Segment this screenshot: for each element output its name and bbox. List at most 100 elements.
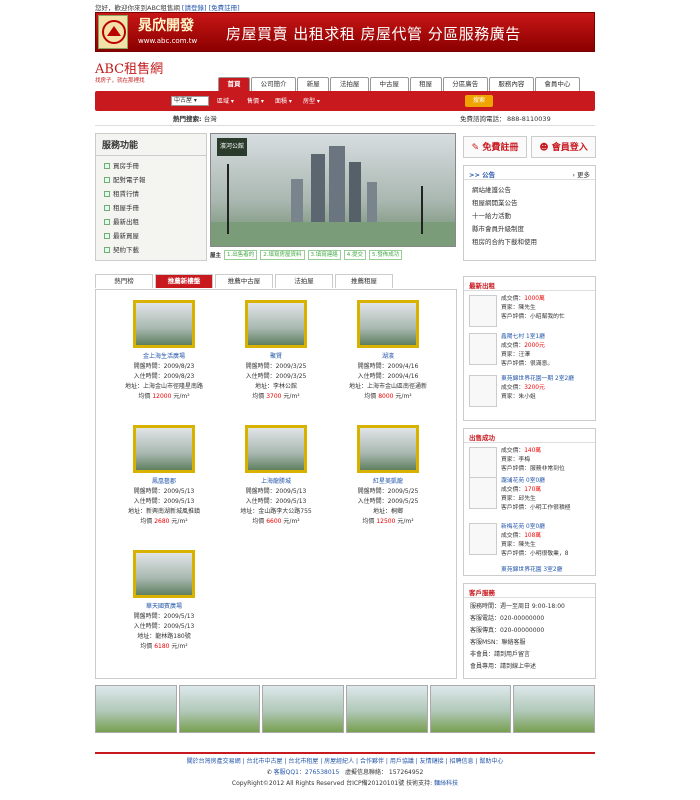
service-item[interactable]: 契約下載 xyxy=(96,243,206,257)
notice-panel: >> 公告 › 更多 網站維護公告 租屋網開業公告 十一給力活動 縣市會員升級制… xyxy=(463,165,596,261)
nav-tab-home[interactable]: 首頁 xyxy=(218,77,251,91)
service-item[interactable]: 最新出租 xyxy=(96,215,206,229)
notice-item[interactable]: 十一給力活動 xyxy=(464,210,595,223)
deal-item[interactable]: 成交價：140萬 買家：李梅 客戶評價：服務非常到位 xyxy=(469,447,592,479)
deal-item[interactable]: 東苑錦世界花園一期 2室2廳 成交價：3200元 買家：朱小姐 xyxy=(469,375,592,407)
qq-link[interactable]: 客服QQ1：276538015 xyxy=(274,769,340,776)
listing-name[interactable]: 上海龍勝城 xyxy=(226,477,326,487)
listing-name[interactable]: 鳳凰藝郡 xyxy=(114,477,214,487)
nav-tab-used[interactable]: 中古屋 xyxy=(369,77,409,91)
listing-addr: 地址：新興南湖新城風推鎮 xyxy=(127,508,200,515)
listing-card[interactable]: 金上海生活廣場 開盤時間：2009/8/23 入住時間：2009/8/23 地址… xyxy=(114,300,214,402)
register-button[interactable]: ✎ 免費註冊 xyxy=(463,136,527,158)
service-item[interactable]: 租賃行情 xyxy=(96,187,206,201)
service-item[interactable]: 租屋手冊 xyxy=(96,201,206,215)
tech-link[interactable]: 麵絲科技 xyxy=(434,780,458,787)
top-welcome-bar: 您好，歡迎你來到ABC租售網 [請登錄] [免費註冊] xyxy=(95,2,595,12)
listing-card[interactable]: 聚賢 開盤時間：2009/3/25 入住時間：2009/3/25 地址：李林公館… xyxy=(226,300,326,402)
service-item[interactable]: 最新買屋 xyxy=(96,229,206,243)
account-buttons: ✎ 免費註冊 ☻ 會員登入 xyxy=(463,136,596,158)
nav-tab-rent[interactable]: 租屋 xyxy=(409,77,442,91)
service-item[interactable]: 配對電子報 xyxy=(96,173,206,187)
deal-item[interactable]: 鑫陽七村 1室1廳 成交價：2000元 買家：汪澤 客戶評價：很滿意。 xyxy=(469,333,592,369)
notice-item[interactable]: 網站維護公告 xyxy=(464,184,595,197)
listing-addr: 地址：桐鄉 xyxy=(372,508,403,515)
listing-name[interactable]: 華天國賓廣場 xyxy=(114,602,214,612)
listing-price: 均價 8000 元/m² xyxy=(364,393,412,400)
listing-photo[interactable] xyxy=(357,300,419,348)
listing-photo[interactable] xyxy=(357,425,419,473)
nav-tab-services[interactable]: 服務內容 xyxy=(488,77,534,91)
listing-photo[interactable] xyxy=(245,300,307,348)
nav-tab-auction[interactable]: 法拍屋 xyxy=(330,77,369,91)
login-link[interactable]: [請登錄] xyxy=(182,4,207,12)
listing-photo[interactable] xyxy=(133,425,195,473)
nav-tab-about[interactable]: 公司簡介 xyxy=(251,77,297,91)
listing-card[interactable]: 湖濱 開盤時間：2009/4/16 入住時間：2009/4/16 地址：上海市金… xyxy=(338,300,438,402)
site-title[interactable]: ABC租售網 xyxy=(95,58,595,77)
listing-name[interactable]: 金上海生活廣場 xyxy=(114,352,214,362)
document-icon xyxy=(104,247,110,253)
listing-card[interactable]: 紅星美凱龍 開盤時間：2009/5/25 入住時間：2009/5/25 地址：桐… xyxy=(338,425,438,527)
listing-card[interactable]: 上海龍勝城 開盤時間：2009/5/13 入住時間：2009/5/13 地址：金… xyxy=(226,425,326,527)
search-button[interactable]: 搜索 xyxy=(465,95,493,107)
deal-thumbnail[interactable] xyxy=(469,477,497,509)
deal-thumbnail[interactable] xyxy=(469,333,497,365)
area-dropdown[interactable]: 區域 ▾ xyxy=(217,96,234,105)
tab-rent[interactable]: 推薦租屋 xyxy=(335,274,393,288)
deal-thumbnail[interactable] xyxy=(469,295,497,327)
banner-slogan: 房屋買賣 出租求租 房屋代管 分區服務廣告 xyxy=(226,25,521,43)
nav-tab-ads[interactable]: 分區廣告 xyxy=(442,77,488,91)
service-item[interactable]: 買房手冊 xyxy=(96,159,206,173)
deal-thumbnail[interactable] xyxy=(469,447,497,479)
ad-banner[interactable] xyxy=(429,685,512,733)
cs-phone: 客服電話：020-00000000 xyxy=(470,615,545,622)
layout-dropdown[interactable]: 房型 ▾ xyxy=(303,96,320,105)
banner-company-name: 晁欣開發 xyxy=(138,18,194,34)
nav-tab-new[interactable]: 新屋 xyxy=(297,77,330,91)
listing-photo[interactable] xyxy=(245,425,307,473)
deal-thumbnail[interactable] xyxy=(469,375,497,407)
register-link[interactable]: [免費註冊] xyxy=(209,4,240,12)
size-dropdown[interactable]: 面積 ▾ xyxy=(275,96,292,105)
tab-new-projects[interactable]: 推薦新樓盤 xyxy=(155,274,213,288)
deal-item[interactable]: 成交價：1000萬 買家：陳先生 客戶評價：小昭幫我的忙 xyxy=(469,295,592,327)
deal-item[interactable]: 東苑錦世界花園 3室2廳 xyxy=(469,566,592,575)
listing-photo[interactable] xyxy=(133,550,195,598)
ad-banner[interactable] xyxy=(95,685,177,733)
notice-item[interactable]: 租屋網開業公告 xyxy=(464,197,595,210)
hot-search-link[interactable]: 台灣 xyxy=(204,115,217,123)
cs-guest[interactable]: 非會員：請到用戶留言 xyxy=(464,649,595,661)
header-banner[interactable]: 晁欣開發 www.abc.com.tw 房屋買賣 出租求租 房屋代管 分區服務廣… xyxy=(95,12,595,52)
cs-msn[interactable]: 客服MSN：聯絡客服 xyxy=(464,637,595,649)
tab-used[interactable]: 推薦中古屋 xyxy=(215,274,273,288)
price-dropdown[interactable]: 售價 ▾ xyxy=(247,96,264,105)
service-title: 服務功能 xyxy=(96,134,206,156)
listing-photo[interactable] xyxy=(133,300,195,348)
tab-hot[interactable]: 熱門榜 xyxy=(95,274,153,288)
listing-price: 均價 2680 元/m² xyxy=(140,518,188,525)
deal-item[interactable]: 瀧浦花苑 0室0廳 成交價：170萬 買家：邱先生 客戶評價：小明工作很積極 xyxy=(469,477,592,513)
mail-icon xyxy=(104,177,110,183)
deal-item[interactable]: 新梅花苑 0室0廳 成交價：108萬 買家：陳先生 客戶評價：小明很敬業，8 xyxy=(469,523,592,559)
listing-card[interactable]: 華天國賓廣場 開盤時間：2009/5/13 入住時間：2009/5/13 地址：… xyxy=(114,550,214,652)
ad-banner[interactable] xyxy=(513,685,596,733)
listing-name[interactable]: 紅星美凱龍 xyxy=(338,477,438,487)
footer-links[interactable]: 關於台灣房產交易網 | 台北市中古屋 | 台北市租屋 | 房屋經紀人 | 合作夥… xyxy=(95,756,595,767)
notice-item[interactable]: 租房的合約下載和使用 xyxy=(464,236,595,249)
ad-banner[interactable] xyxy=(178,685,261,733)
listing-name[interactable]: 聚賢 xyxy=(226,352,326,362)
nav-tab-member[interactable]: 會員中心 xyxy=(534,77,580,91)
ad-banner[interactable] xyxy=(262,685,345,733)
login-button[interactable]: ☻ 會員登入 xyxy=(531,136,596,158)
deal-thumbnail[interactable] xyxy=(469,523,497,555)
listing-name[interactable]: 湖濱 xyxy=(338,352,438,362)
notice-item[interactable]: 縣市會員升級制度 xyxy=(464,223,595,236)
property-type-select[interactable]: 中古屋 ▾ xyxy=(171,96,209,106)
ad-banner[interactable] xyxy=(346,685,428,733)
tab-auction[interactable]: 法拍屋 xyxy=(275,274,333,288)
listing-card[interactable]: 鳳凰藝郡 開盤時間：2009/5/13 入住時間：2009/5/13 地址：新興… xyxy=(114,425,214,527)
cs-member[interactable]: 會員專用：請到線上申述 xyxy=(464,661,595,673)
featured-slideshow[interactable]: 濱河公館 xyxy=(210,133,456,247)
notice-more-link[interactable]: › 更多 xyxy=(572,169,590,179)
